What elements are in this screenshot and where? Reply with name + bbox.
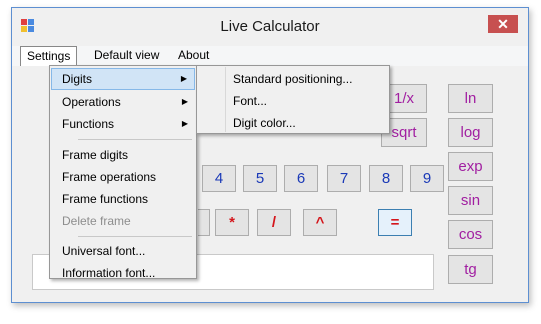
submenu-item-font[interactable]: Font... (198, 90, 388, 112)
menu-item-frame-digits[interactable]: Frame digits (51, 144, 195, 166)
submenu-item-digit-color[interactable]: Digit color... (198, 112, 388, 134)
submenu-arrow-icon: ▶ (181, 97, 188, 106)
menu-item-label: Digits (62, 72, 93, 86)
digit-5-button[interactable]: 5 (243, 165, 277, 192)
menu-item-label: Operations (62, 95, 121, 109)
submenu-item-standard-positioning[interactable]: Standard positioning... (198, 68, 388, 90)
menu-settings[interactable]: Settings (20, 46, 78, 66)
title-bar: Live Calculator ✕ (12, 8, 528, 46)
submenu-arrow-icon: ▶ (180, 74, 187, 83)
submenu-arrow-icon: ▶ (181, 119, 188, 128)
menu-item-digits[interactable]: Digits ▶ (51, 68, 195, 90)
menu-default-view[interactable]: Default view (88, 46, 165, 66)
digit-4-button[interactable]: 4 (202, 165, 236, 192)
menu-item-frame-operations[interactable]: Frame operations (51, 166, 195, 188)
ln-button[interactable]: ln (448, 84, 493, 113)
digit-6-button[interactable]: 6 (284, 165, 318, 192)
digit-8-button[interactable]: 8 (369, 165, 403, 192)
digit-9-button[interactable]: 9 (410, 165, 444, 192)
exp-button[interactable]: exp (448, 152, 493, 181)
menu-item-information-font[interactable]: Information font... (51, 262, 195, 284)
close-button[interactable]: ✕ (488, 15, 518, 33)
menu-separator (78, 236, 192, 237)
menu-item-label: Functions (62, 117, 115, 131)
divide-button[interactable]: / (257, 209, 291, 236)
menu-bar: Settings Default view About (12, 46, 528, 66)
calculator-window: Live Calculator ✕ Settings Default view … (11, 7, 529, 303)
settings-dropdown: Digits ▶ Operations ▶ Functions ▶ Frame … (49, 65, 197, 280)
menu-item-universal-font[interactable]: Universal font... (51, 240, 195, 262)
menu-item-operations[interactable]: Operations ▶ (51, 91, 195, 113)
tg-button[interactable]: tg (448, 255, 493, 284)
cos-button[interactable]: cos (448, 220, 493, 249)
menu-separator (78, 139, 192, 140)
menu-item-functions[interactable]: Functions ▶ (51, 113, 195, 135)
window-title: Live Calculator (220, 18, 320, 35)
sin-button[interactable]: sin (448, 186, 493, 215)
multiply-button[interactable]: * (215, 209, 249, 236)
digits-submenu: Standard positioning... Font... Digit co… (196, 65, 390, 134)
digit-7-button[interactable]: 7 (327, 165, 361, 192)
menu-about[interactable]: About (172, 46, 215, 66)
log-button[interactable]: log (448, 118, 493, 147)
equals-button[interactable]: = (378, 209, 412, 236)
operator-partial-button[interactable] (198, 209, 210, 236)
power-button[interactable]: ^ (303, 209, 337, 236)
menu-item-frame-functions[interactable]: Frame functions (51, 188, 195, 210)
menu-item-delete-frame: Delete frame (62, 214, 131, 228)
